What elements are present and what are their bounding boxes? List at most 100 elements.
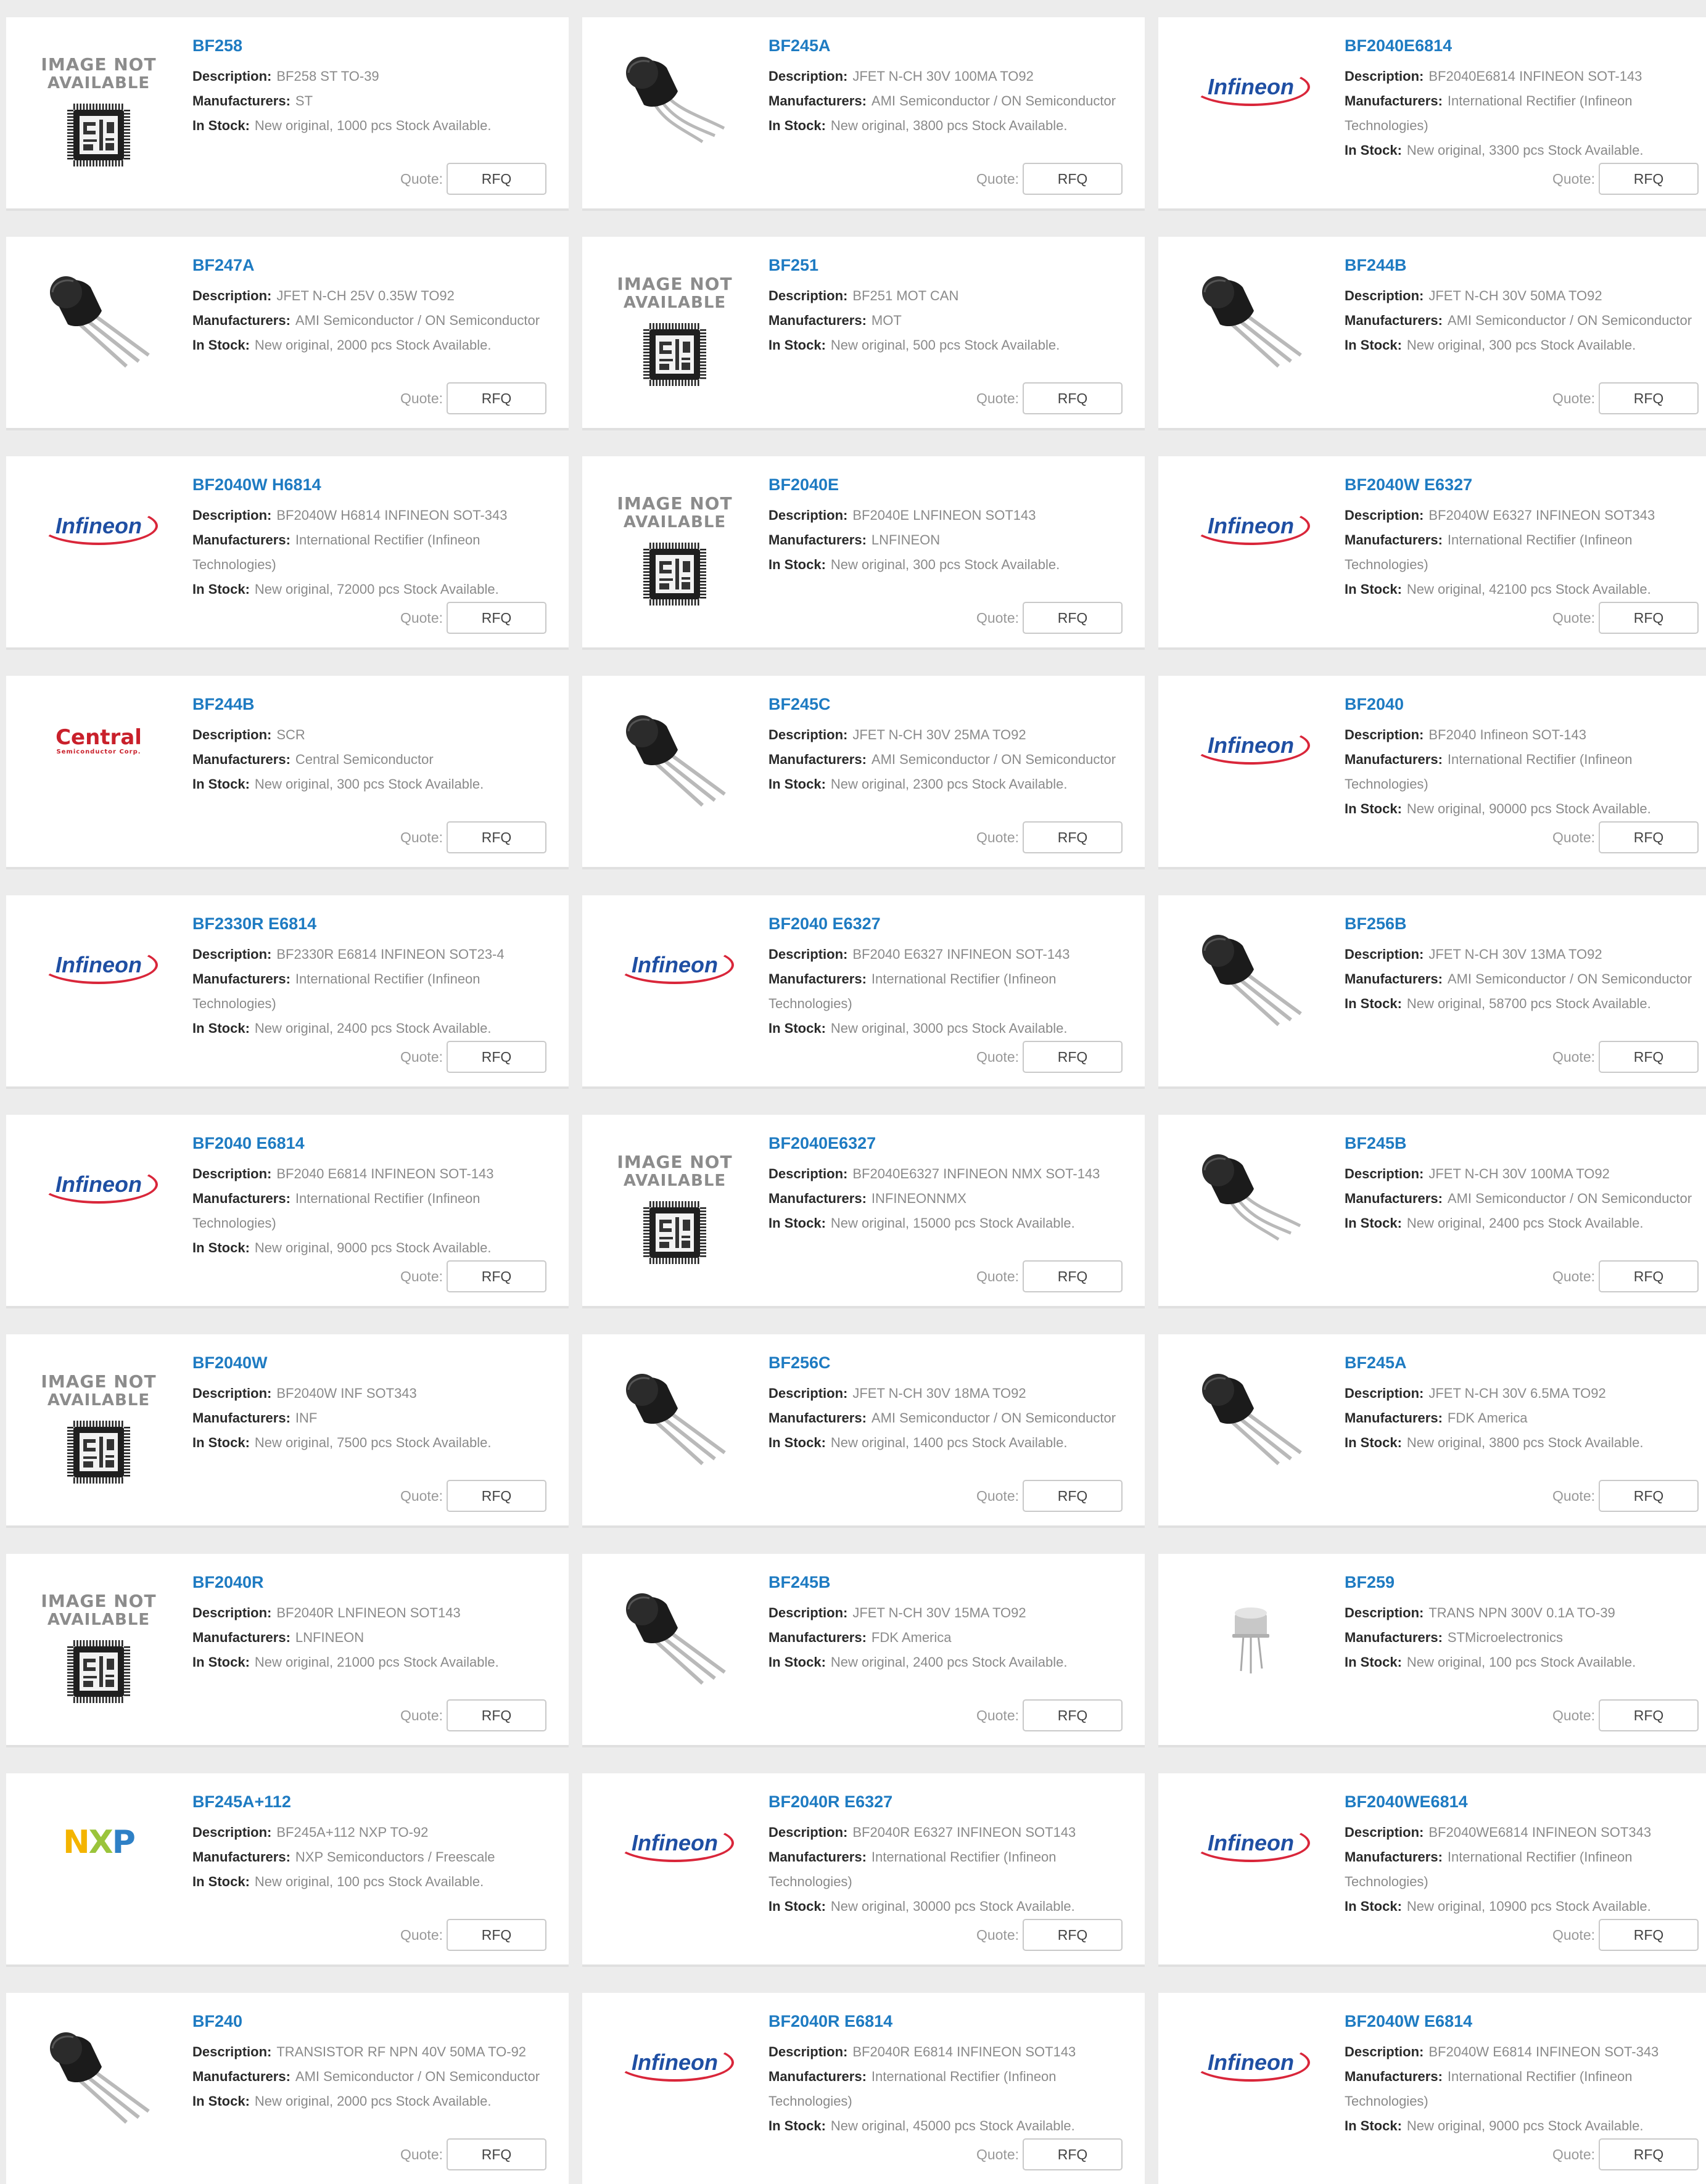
rfq-button[interactable]: RFQ (1023, 1699, 1123, 1731)
product-title-link[interactable]: BF2040W (192, 1353, 564, 1374)
image-not-available-placeholder[interactable]: IMAGE NOT AVAILABLE (604, 263, 746, 386)
product-title-link[interactable]: BF2040 E6327 (769, 914, 1140, 935)
product-title-link[interactable]: BF244B (1345, 255, 1706, 276)
product-title-link[interactable]: BF2040E (769, 475, 1140, 496)
product-title-link[interactable]: BF2040R E6814 (769, 2011, 1140, 2032)
rfq-button[interactable]: RFQ (447, 602, 546, 634)
rfq-button[interactable]: RFQ (447, 1480, 546, 1512)
rfq-button[interactable]: RFQ (1023, 602, 1123, 634)
product-title-link[interactable]: BF244B (192, 694, 564, 715)
product-title-link[interactable]: BF2040W H6814 (192, 475, 564, 496)
product-image[interactable] (1180, 263, 1322, 386)
product-image[interactable]: Infineon (604, 2019, 746, 2142)
rfq-button[interactable]: RFQ (447, 821, 546, 853)
product-title-link[interactable]: BF245A+112 (192, 1792, 564, 1813)
image-not-available-placeholder[interactable]: IMAGE NOT AVAILABLE (604, 482, 746, 606)
product-image[interactable] (604, 702, 746, 825)
rfq-button[interactable]: RFQ (447, 1919, 546, 1951)
product-title-link[interactable]: BF2040E6814 (1345, 36, 1706, 57)
product-image[interactable]: Infineon (28, 921, 170, 1045)
image-not-available-placeholder[interactable]: IMAGE NOT AVAILABLE (28, 43, 170, 166)
product-title-link[interactable]: BF2040 E6814 (192, 1133, 564, 1154)
manufacturers-label: Manufacturers: (1345, 1849, 1443, 1865)
product-image[interactable]: Infineon (604, 921, 746, 1045)
product-image[interactable]: Infineon (1180, 43, 1322, 166)
rfq-button[interactable]: RFQ (1599, 1699, 1699, 1731)
product-title-link[interactable]: BF247A (192, 255, 564, 276)
product-title-link[interactable]: BF240 (192, 2011, 564, 2032)
rfq-button[interactable]: RFQ (447, 163, 546, 195)
rfq-button[interactable]: RFQ (1599, 2138, 1699, 2170)
rfq-button[interactable]: RFQ (1599, 821, 1699, 853)
description-row: Description: BF2040WE6814 INFINEON SOT343 (1345, 1820, 1706, 1845)
rfq-button[interactable]: RFQ (447, 382, 546, 414)
rfq-button[interactable]: RFQ (1599, 163, 1699, 195)
product-title-link[interactable]: BF245A (769, 36, 1140, 57)
product-image[interactable]: Central Semiconductor Corp. (28, 702, 170, 825)
product-info: BF240 Description: TRANSISTOR RF NPN 40V … (192, 2011, 564, 2114)
rfq-button[interactable]: RFQ (447, 2138, 546, 2170)
manufacturers-label: Manufacturers: (192, 2068, 291, 2084)
product-image[interactable]: Infineon (604, 1799, 746, 1923)
product-title-link[interactable]: BF245A (1345, 1353, 1706, 1374)
product-image[interactable] (604, 1580, 746, 1703)
rfq-button[interactable]: RFQ (447, 1260, 546, 1292)
rfq-button[interactable]: RFQ (1023, 1041, 1123, 1073)
product-title-link[interactable]: BF2040W E6327 (1345, 475, 1706, 496)
image-not-available-placeholder[interactable]: IMAGE NOT AVAILABLE (604, 1141, 746, 1264)
product-image[interactable]: Infineon (1180, 1799, 1322, 1923)
product-title-link[interactable]: BF2330R E6814 (192, 914, 564, 935)
quote-row: Quote: RFQ (976, 1260, 1123, 1292)
description-label: Description: (192, 1165, 272, 1181)
product-image[interactable] (1180, 1360, 1322, 1484)
product-image[interactable] (1180, 1580, 1322, 1703)
image-not-available-placeholder[interactable]: IMAGE NOT AVAILABLE (28, 1580, 170, 1703)
product-image[interactable] (1180, 921, 1322, 1045)
rfq-button[interactable]: RFQ (1023, 1919, 1123, 1951)
rfq-button[interactable]: RFQ (1023, 382, 1123, 414)
rfq-button[interactable]: RFQ (1023, 821, 1123, 853)
product-title-link[interactable]: BF2040R (192, 1572, 564, 1593)
rfq-button[interactable]: RFQ (1023, 163, 1123, 195)
rfq-button[interactable]: RFQ (1599, 382, 1699, 414)
product-title-link[interactable]: BF256B (1345, 914, 1706, 935)
image-not-available: IMAGE NOT AVAILABLE (617, 495, 732, 611)
rfq-button[interactable]: RFQ (1599, 1260, 1699, 1292)
product-title-link[interactable]: BF256C (769, 1353, 1140, 1374)
product-image[interactable]: Infineon (1180, 2019, 1322, 2142)
product-title-link[interactable]: BF2040WE6814 (1345, 1792, 1706, 1813)
rfq-button[interactable]: RFQ (1599, 1919, 1699, 1951)
product-image[interactable]: Infineon (28, 482, 170, 606)
image-not-available-placeholder[interactable]: IMAGE NOT AVAILABLE (28, 1360, 170, 1484)
product-title-link[interactable]: BF2040E6327 (769, 1133, 1140, 1154)
product-title-link[interactable]: BF245B (1345, 1133, 1706, 1154)
rfq-button[interactable]: RFQ (1599, 1041, 1699, 1073)
product-card: BF245B Description: JFET N-CH 30V 15MA TO… (582, 1554, 1145, 1745)
product-image[interactable]: NXP (28, 1799, 170, 1923)
in-stock-value: New original, 2400 pcs Stock Available. (1406, 1215, 1644, 1231)
product-image[interactable] (28, 263, 170, 386)
rfq-button[interactable]: RFQ (1023, 2138, 1123, 2170)
product-image[interactable] (604, 1360, 746, 1484)
product-title-link[interactable]: BF245B (769, 1572, 1140, 1593)
product-image[interactable]: Infineon (1180, 482, 1322, 606)
product-title-link[interactable]: BF2040 (1345, 694, 1706, 715)
product-image[interactable] (1180, 1141, 1322, 1264)
rfq-button[interactable]: RFQ (447, 1699, 546, 1731)
manufacturers-value: AMI Semiconductor / ON Semiconductor (871, 92, 1116, 109)
rfq-button[interactable]: RFQ (447, 1041, 546, 1073)
product-title-link[interactable]: BF258 (192, 36, 564, 57)
rfq-button[interactable]: RFQ (1023, 1260, 1123, 1292)
rfq-button[interactable]: RFQ (1023, 1480, 1123, 1512)
rfq-button[interactable]: RFQ (1599, 1480, 1699, 1512)
product-image[interactable] (604, 43, 746, 166)
product-title-link[interactable]: BF2040R E6327 (769, 1792, 1140, 1813)
product-title-link[interactable]: BF259 (1345, 1572, 1706, 1593)
product-image[interactable] (28, 2019, 170, 2142)
product-title-link[interactable]: BF251 (769, 255, 1140, 276)
product-title-link[interactable]: BF245C (769, 694, 1140, 715)
product-image[interactable]: Infineon (28, 1141, 170, 1264)
rfq-button[interactable]: RFQ (1599, 602, 1699, 634)
product-title-link[interactable]: BF2040W E6814 (1345, 2011, 1706, 2032)
product-image[interactable]: Infineon (1180, 702, 1322, 825)
